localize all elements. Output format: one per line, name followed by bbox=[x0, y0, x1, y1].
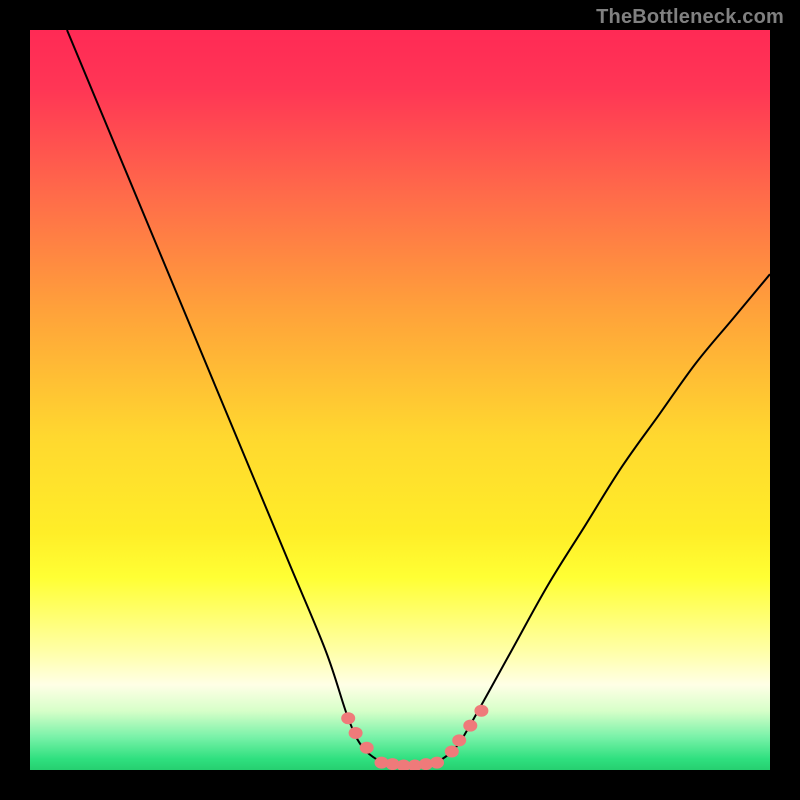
floor-markers bbox=[341, 705, 488, 770]
floor-marker bbox=[341, 712, 355, 724]
floor-marker bbox=[430, 757, 444, 769]
floor-marker bbox=[360, 742, 374, 754]
floor-marker bbox=[445, 746, 459, 758]
curve-layer bbox=[30, 30, 770, 770]
floor-marker bbox=[474, 705, 488, 717]
watermark-text: TheBottleneck.com bbox=[596, 6, 784, 29]
outer-frame: TheBottleneck.com bbox=[0, 0, 800, 800]
plot-area bbox=[30, 30, 770, 770]
curve-left-arm bbox=[67, 30, 382, 763]
floor-marker bbox=[463, 720, 477, 732]
floor-marker bbox=[349, 727, 363, 739]
floor-marker bbox=[452, 734, 466, 746]
curve-right-arm bbox=[437, 274, 770, 762]
